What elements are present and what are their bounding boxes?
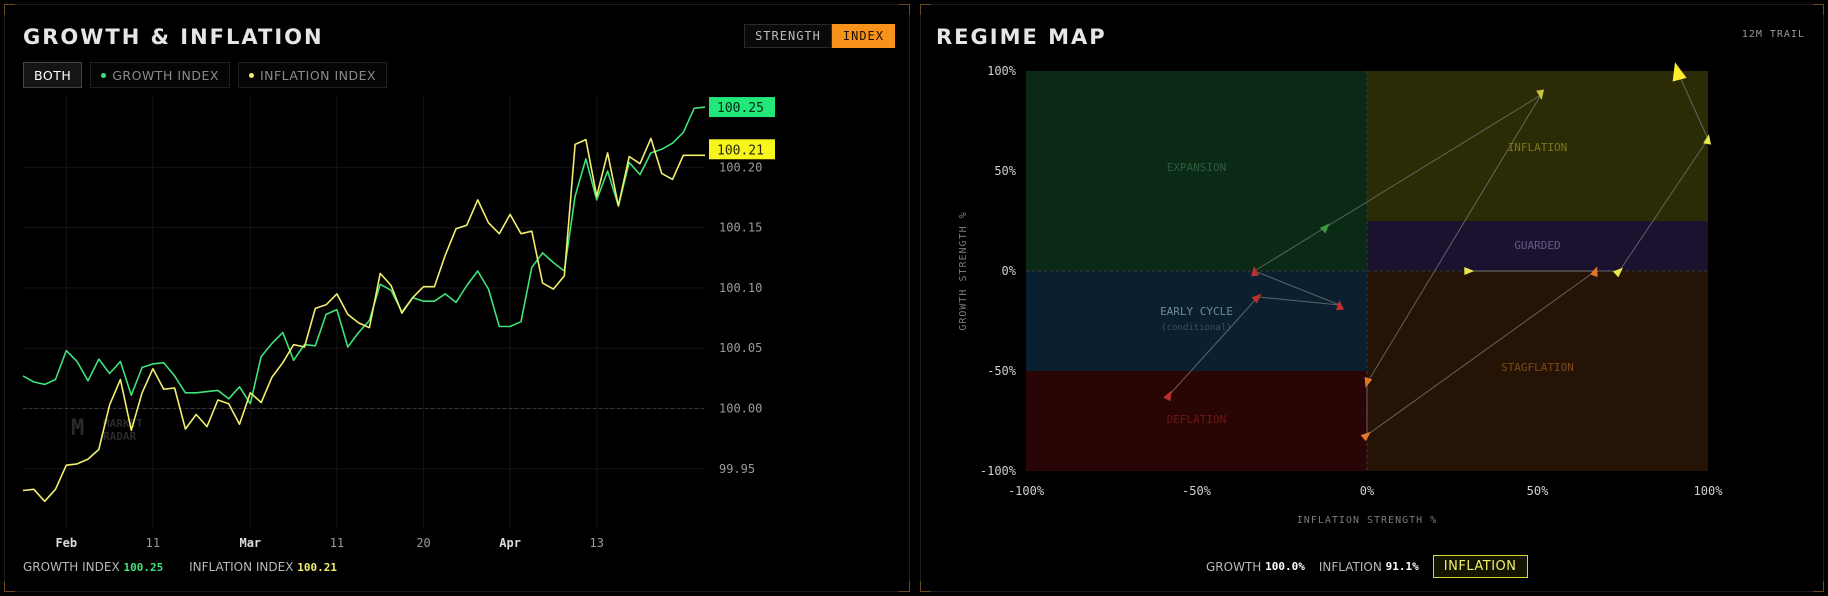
- index-footer: GROWTH INDEX 100.25 INFLATION INDEX 100.…: [23, 560, 337, 574]
- chart-grid: [23, 95, 705, 529]
- x-axis-ticks: Feb 11 Mar 11 20 Apr 13: [55, 536, 604, 550]
- growth-last-value: 100.25: [717, 101, 764, 116]
- y-tick-label: 100%: [987, 64, 1017, 78]
- inflation-tab-label: INFLATION INDEX: [259, 67, 377, 83]
- y-tick-label: 0%: [1002, 264, 1017, 278]
- region-label: INFLATION: [1508, 141, 1568, 154]
- inflation-footer-value: 91.1%: [1385, 560, 1419, 573]
- last-value-labels: 100.25 100.21: [709, 97, 775, 160]
- x-tick-label: 0%: [1360, 484, 1375, 498]
- x-axis-title: INFLATION STRENGTH %: [1297, 515, 1437, 526]
- corner-decoration: [1813, 581, 1824, 592]
- watermark-line2: RADAR: [103, 430, 136, 443]
- inflation-footer-value: 100.21: [297, 561, 337, 574]
- y-tick-label: 100.00: [719, 401, 762, 415]
- x-tick-label: 100%: [1694, 484, 1724, 498]
- region-label: DEFLATION: [1167, 413, 1227, 426]
- index-toggle-button[interactable]: INDEX: [831, 24, 895, 48]
- series-tabs: BOTH GROWTH INDEX INFLATION INDEX: [23, 62, 388, 88]
- corner-decoration: [899, 581, 910, 592]
- index-line-chart: M MARKET RADAR 99.95 100.00 100.05 100.10 10…: [22, 95, 775, 550]
- regime-footer: GROWTH 100.0% INFLATION 91.1% INFLATION: [1206, 555, 1528, 578]
- corner-decoration: [4, 581, 15, 592]
- panel-title: GROWTH & INFLATION: [23, 25, 324, 49]
- regime-map-panel: REGIME MAP 12M TRAIL EXPANSION INFLATION G…: [920, 4, 1824, 592]
- both-tab-label: BOTH: [34, 67, 72, 83]
- x-tick-label: 11: [330, 536, 344, 550]
- watermark-line1: MARKET: [103, 417, 143, 430]
- y-tick-label: 100.15: [719, 221, 762, 235]
- growth-footer-label: GROWTH INDEX: [23, 560, 120, 574]
- corner-decoration: [899, 4, 910, 15]
- y-tick-label: 99.95: [719, 462, 755, 476]
- x-tick-label: -100%: [1008, 484, 1045, 498]
- growth-index-line: [22, 106, 706, 405]
- strength-toggle-button[interactable]: STRENGTH: [744, 24, 832, 48]
- current-regime-badge: INFLATION: [1432, 555, 1528, 578]
- growth-dot-icon: [101, 72, 107, 78]
- inflation-dot-icon: [248, 72, 254, 78]
- y-tick-label: 50%: [994, 164, 1016, 178]
- mode-toggle: STRENGTH INDEX: [744, 24, 895, 48]
- x-tick-label: -50%: [1182, 484, 1212, 498]
- region-label: GUARDED: [1514, 239, 1560, 252]
- growth-footer-label: GROWTH: [1206, 559, 1262, 574]
- inflation-footer-label: INFLATION: [1318, 559, 1382, 574]
- growth-series-tab[interactable]: GROWTH INDEX: [90, 62, 230, 88]
- y-tick-label: 100.05: [719, 341, 762, 355]
- y-tick-label: -50%: [987, 364, 1017, 378]
- inflation-footer-label: INFLATION INDEX: [189, 560, 294, 574]
- region-label: EXPANSION: [1167, 161, 1227, 174]
- x-tick-label: 20: [416, 536, 430, 550]
- x-tick-label: 50%: [1527, 484, 1549, 498]
- growth-footer-value: 100.0%: [1265, 560, 1305, 573]
- corner-decoration: [920, 581, 931, 592]
- region-early-cycle: [1026, 271, 1367, 371]
- growth-inflation-panel: GROWTH & INFLATION STRENGTH INDEX BOTH G…: [4, 4, 910, 592]
- x-tick-label: 11: [146, 536, 160, 550]
- x-tick-label: Mar: [239, 536, 261, 550]
- x-tick-label: Feb: [55, 536, 77, 550]
- both-series-tab[interactable]: BOTH: [23, 62, 83, 88]
- region-label: STAGFLATION: [1501, 361, 1574, 374]
- watermark-logo-icon: M: [71, 416, 84, 441]
- growth-tab-label: GROWTH INDEX: [112, 67, 219, 83]
- y-axis-title: GROWTH STRENGTH %: [958, 211, 969, 330]
- y-tick-label: 100.10: [719, 281, 762, 295]
- x-tick-label: 13: [590, 536, 604, 550]
- corner-decoration: [4, 4, 15, 15]
- region-label: EARLY CYCLE: [1160, 305, 1233, 318]
- y-axis-ticks: 99.95 100.00 100.05 100.10 100.15 100.20: [719, 160, 762, 475]
- inflation-last-value: 100.21: [717, 143, 764, 158]
- inflation-index-line: [22, 137, 705, 503]
- region-sublabel: (conditional): [1161, 323, 1231, 333]
- growth-footer-value: 100.25: [123, 561, 164, 574]
- x-tick-label: Apr: [499, 536, 521, 550]
- inflation-series-tab[interactable]: INFLATION INDEX: [237, 62, 388, 88]
- y-tick-label: -100%: [980, 464, 1017, 478]
- y-tick-label: 100.20: [719, 160, 762, 174]
- regime-scatter-map: EXPANSION INFLATION GUARDED EARLY CYCLE (con…: [958, 62, 1724, 526]
